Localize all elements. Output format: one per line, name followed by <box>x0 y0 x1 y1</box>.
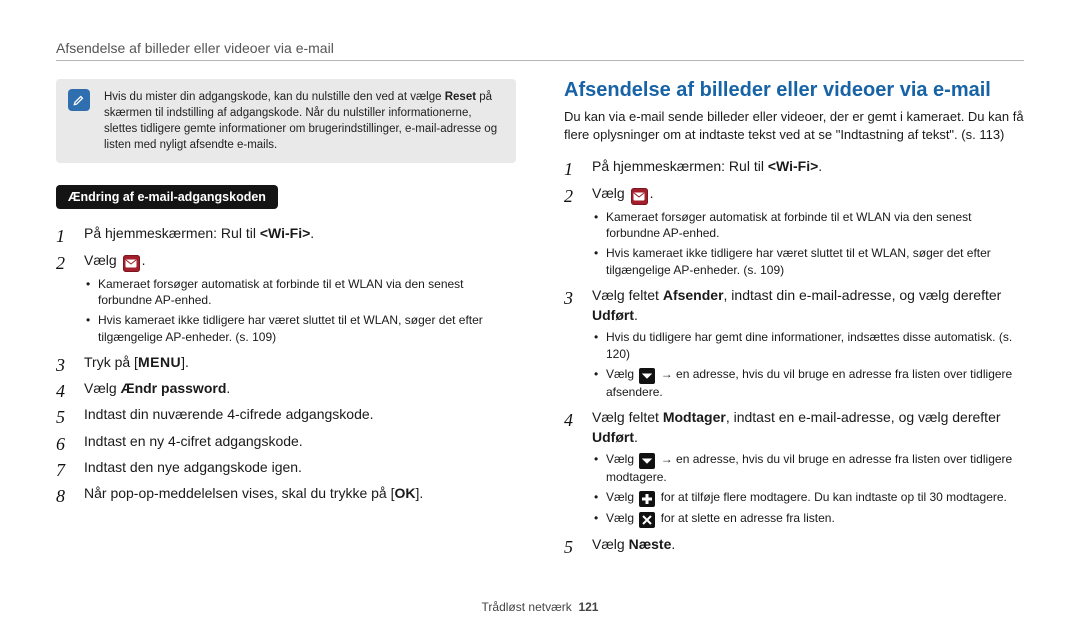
left-step-7: Indtast den nye adgangskode igen. <box>56 457 516 477</box>
right-step-2-bul2: Hvis kameraet ikke tidligere har været s… <box>592 245 1024 279</box>
chevron-down-icon <box>639 453 655 469</box>
left-step-2-bul1: Kameraet forsøger automatisk at forbinde… <box>84 276 516 310</box>
section-title-pill: Ændring af e-mail-adgangskoden <box>56 185 278 209</box>
note-reset-word: Reset <box>445 91 476 103</box>
right-step-3: Vælg feltet Afsender, indtast din e-mail… <box>564 285 1024 401</box>
plus-icon <box>639 491 655 507</box>
right-step-2-bul1: Kameraet forsøger automatisk at forbinde… <box>592 209 1024 243</box>
footer-page-number: 121 <box>578 600 598 614</box>
left-step-6: Indtast en ny 4-cifret adgangskode. <box>56 431 516 451</box>
header-rule <box>56 60 1024 61</box>
right-step-4: Vælg feltet Modtager, indtast en e-mail-… <box>564 407 1024 528</box>
right-column: Afsendelse af billeder eller videoer via… <box>564 79 1024 561</box>
email-app-icon <box>123 255 140 272</box>
right-step-4-sub: Vælg → en adresse, hvis du vil bruge en … <box>592 451 1024 528</box>
content-columns: Hvis du mister din adgangskode, kan du n… <box>56 79 1024 561</box>
right-steps: På hjemmeskærmen: Rul til <Wi-Fi>. Vælg … <box>564 156 1024 554</box>
left-step-1: På hjemmeskærmen: Rul til <Wi-Fi>. <box>56 223 516 243</box>
left-step-4: Vælg Ændr password. <box>56 378 516 398</box>
right-step-4-bul2: Vælg for at tilføje flere modtagere. Du … <box>592 489 1024 507</box>
left-step-3: Tryk på [MENU]. <box>56 352 516 372</box>
page-running-header: Afsendelse af billeder eller videoer via… <box>56 40 1024 56</box>
right-step-4-bul3: Vælg for at slette en adresse fra listen… <box>592 510 1024 528</box>
left-step-8: Når pop-op-meddelelsen vises, skal du tr… <box>56 483 516 503</box>
left-step-2: Vælg . Kameraet forsøger automatisk at f… <box>56 250 516 346</box>
right-step-2: Vælg . Kameraet forsøger automatisk at f… <box>564 183 1024 279</box>
email-app-icon <box>631 188 648 205</box>
pencil-note-icon <box>68 89 90 111</box>
right-step-3-bul2: Vælg → en adresse, hvis du vil bruge en … <box>592 366 1024 401</box>
right-step-5: Vælg Næste. <box>564 534 1024 554</box>
left-column: Hvis du mister din adgangskode, kan du n… <box>56 79 516 561</box>
note-text-1: Hvis du mister din adgangskode, kan du n… <box>104 91 445 103</box>
right-step-4-bul1: Vælg → en adresse, hvis du vil bruge en … <box>592 451 1024 486</box>
close-icon <box>639 512 655 528</box>
right-step-3-sub: Hvis du tidligere har gemt dine informat… <box>592 329 1024 400</box>
left-steps: På hjemmeskærmen: Rul til <Wi-Fi>. Vælg … <box>56 223 516 503</box>
info-note: Hvis du mister din adgangskode, kan du n… <box>56 79 516 163</box>
ok-button-label: OK <box>394 485 415 501</box>
right-step-1: På hjemmeskærmen: Rul til <Wi-Fi>. <box>564 156 1024 176</box>
chevron-down-icon <box>639 368 655 384</box>
menu-button-label: MENU <box>138 354 181 370</box>
section-intro: Du kan via e-mail sende billeder eller v… <box>564 108 1024 144</box>
left-step-2-bul2: Hvis kameraet ikke tidligere har været s… <box>84 312 516 346</box>
left-step-5: Indtast din nuværende 4-cifrede adgangsk… <box>56 404 516 424</box>
section-heading: Afsendelse af billeder eller videoer via… <box>564 79 1024 102</box>
right-step-3-bul1: Hvis du tidligere har gemt dine informat… <box>592 329 1024 363</box>
left-step-2-sub: Kameraet forsøger automatisk at forbinde… <box>84 276 516 346</box>
page-footer: Trådløst netværk 121 <box>0 600 1080 614</box>
right-step-2-sub: Kameraet forsøger automatisk at forbinde… <box>592 209 1024 279</box>
footer-section: Trådløst netværk <box>482 600 572 614</box>
